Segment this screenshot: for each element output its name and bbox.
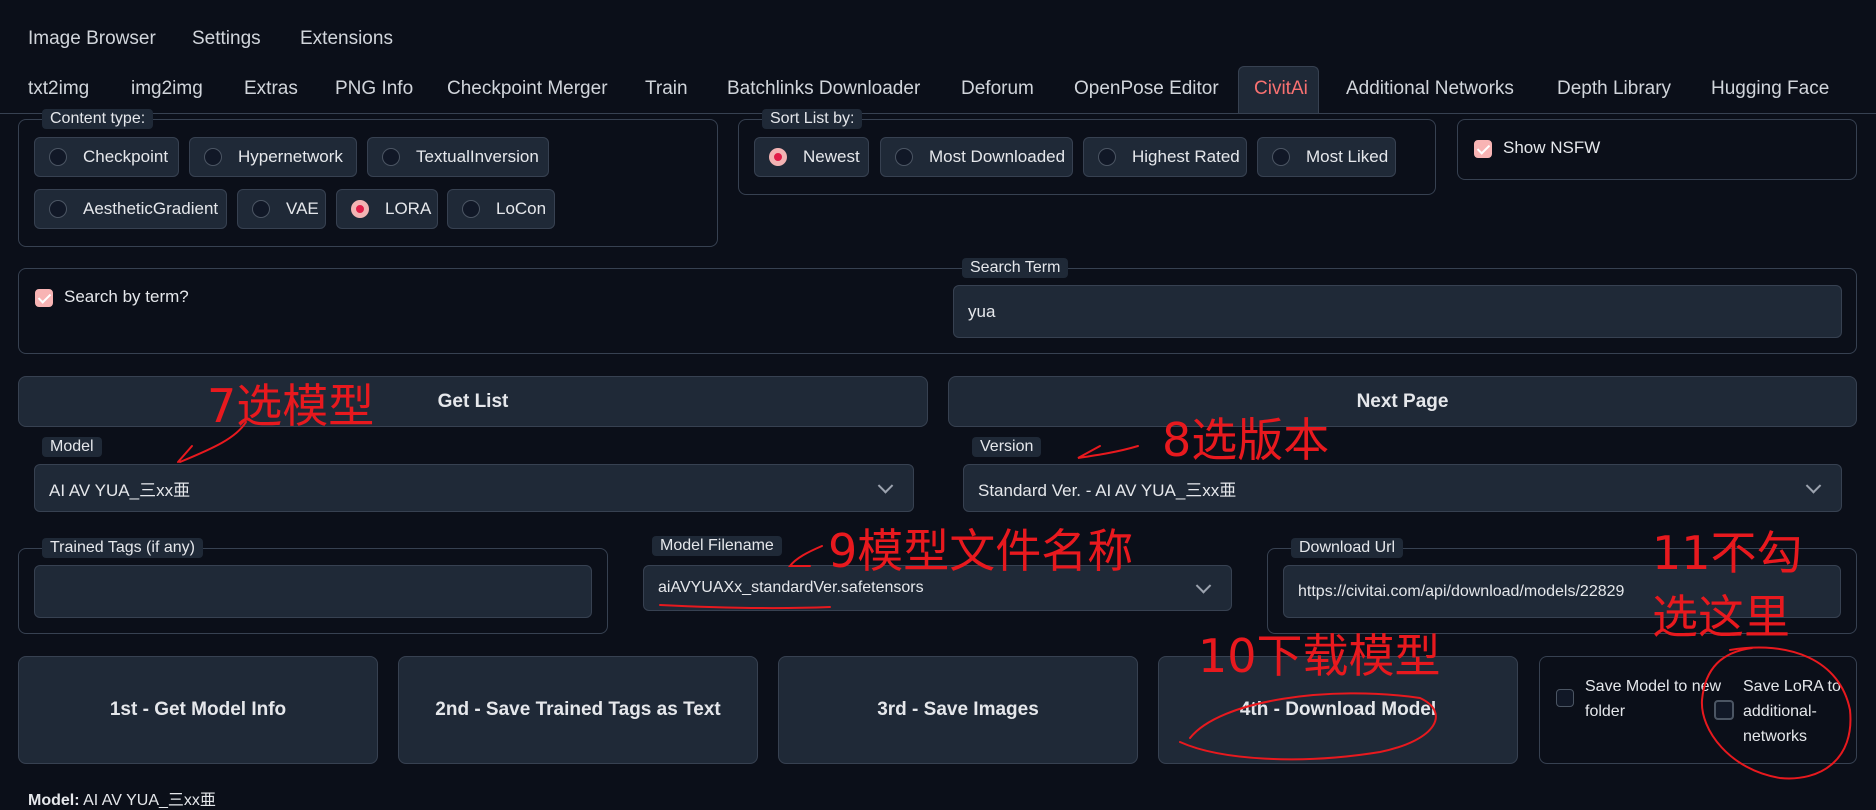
arrow-7 <box>177 421 247 463</box>
circle-download <box>1179 692 1437 761</box>
arrow-9 <box>787 545 823 567</box>
circle-save-lora <box>1700 646 1852 780</box>
arrow-8 <box>1077 445 1139 459</box>
annotation-strokes <box>177 421 1852 780</box>
underline-filename <box>659 604 831 610</box>
